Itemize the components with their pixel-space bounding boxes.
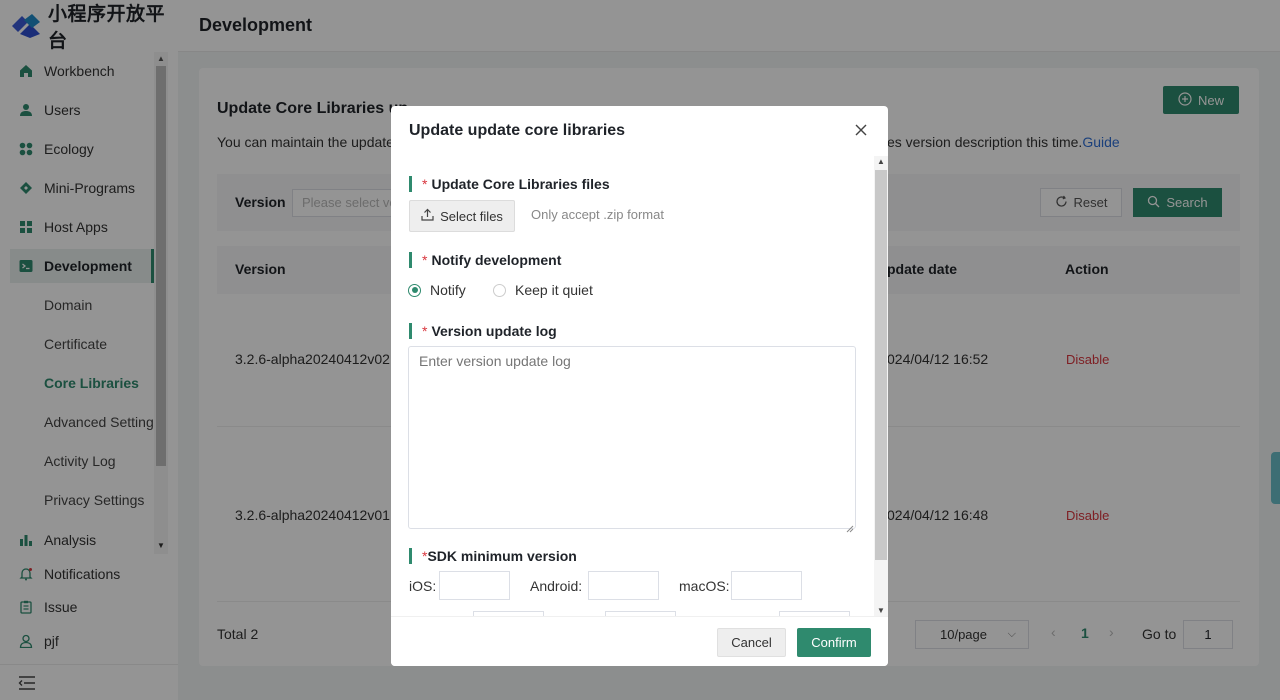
dialog-footer: Cancel Confirm <box>391 616 888 666</box>
keep-quiet-radio[interactable]: Keep it quiet <box>493 282 593 298</box>
close-icon[interactable] <box>852 121 870 139</box>
required-mark: * <box>422 176 428 192</box>
section-title: Notify development <box>431 252 562 268</box>
radio-label: Keep it quiet <box>515 282 593 298</box>
log-section-label: * Version update log <box>409 323 557 339</box>
upload-icon <box>421 208 434 224</box>
dialog-header: Update update core libraries <box>391 106 888 156</box>
file-format-hint: Only accept .zip format <box>531 207 664 222</box>
notify-section-label: * Notify development <box>409 252 561 268</box>
radio-checked <box>408 283 421 297</box>
required-mark: * <box>422 252 428 268</box>
dialog-scrollbar[interactable]: ▲ ▼ <box>874 156 888 616</box>
android-version-input[interactable] <box>588 571 659 600</box>
scroll-down-icon[interactable]: ▼ <box>877 606 885 615</box>
section-title: Update Core Libraries files <box>431 176 610 192</box>
side-handle[interactable] <box>1271 452 1280 504</box>
radio-unchecked <box>493 283 506 297</box>
sdk-section-label: *SDK minimum version <box>409 548 577 564</box>
ios-label: iOS: <box>409 578 437 594</box>
scrollbar-thumb[interactable] <box>875 170 887 560</box>
cancel-button[interactable]: Cancel <box>717 628 786 657</box>
macos-label: macOS: <box>679 578 730 594</box>
radio-label: Notify <box>430 282 466 298</box>
notify-radio[interactable]: Notify <box>408 282 466 298</box>
section-title: Version update log <box>431 323 557 339</box>
select-files-label: Select files <box>440 208 503 224</box>
android-label: Android: <box>530 578 583 594</box>
dialog-title: Update update core libraries <box>409 122 626 139</box>
update-core-libraries-dialog: Update update core libraries * Update Cor… <box>391 106 888 666</box>
section-title: SDK minimum version <box>427 548 577 564</box>
version-log-textarea[interactable] <box>408 346 856 529</box>
files-section-label: * Update Core Libraries files <box>409 176 610 192</box>
ios-version-input[interactable] <box>439 571 510 600</box>
scroll-up-icon[interactable]: ▲ <box>877 157 885 166</box>
macos-version-input[interactable] <box>731 571 802 600</box>
dialog-body: * Update Core Libraries files Select file… <box>391 156 888 616</box>
resize-grip-icon[interactable] <box>846 520 854 533</box>
confirm-button[interactable]: Confirm <box>797 628 871 657</box>
select-files-button[interactable]: Select files <box>409 200 515 232</box>
required-mark: * <box>422 323 428 339</box>
